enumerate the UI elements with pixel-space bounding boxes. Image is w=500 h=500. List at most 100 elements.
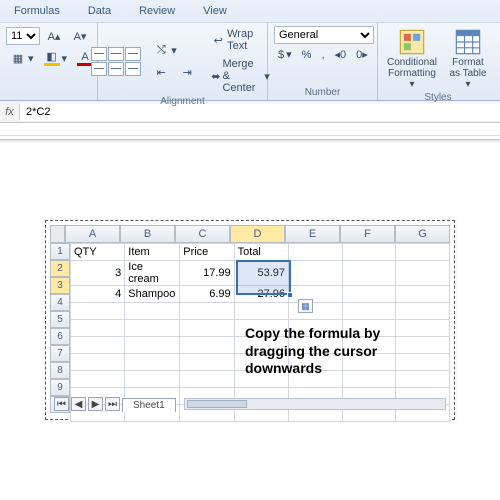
select-all-corner[interactable]	[50, 225, 65, 243]
percent-button[interactable]: %	[298, 47, 316, 63]
formula-input[interactable]	[20, 103, 500, 121]
cell-g3[interactable]	[396, 286, 450, 303]
cell-f1[interactable]	[342, 244, 396, 261]
sheet-nav-first[interactable]: ⏮	[54, 397, 69, 411]
align-mid-left[interactable]	[91, 62, 107, 76]
sheet-nav-last[interactable]: ⏭	[105, 397, 120, 411]
tab-review[interactable]: Review	[125, 3, 189, 22]
horizontal-scrollbar[interactable]	[184, 398, 446, 410]
annotation-text: Copy the formula by dragging the cursor …	[245, 325, 425, 378]
cell-b2[interactable]: Ice cream	[125, 261, 180, 286]
align-mid-right[interactable]	[125, 62, 141, 76]
table-icon	[454, 28, 482, 56]
increase-indent-button[interactable]: ⇥	[175, 62, 199, 82]
cell-b1[interactable]: Item	[125, 244, 180, 261]
increase-decimal-button[interactable]: ◂0	[331, 46, 351, 63]
row-header-1[interactable]: 1	[50, 243, 70, 260]
cell-g1[interactable]	[396, 244, 450, 261]
currency-button[interactable]: $ ▾	[274, 46, 296, 63]
scrollbar-thumb[interactable]	[187, 400, 247, 408]
cell-d2[interactable]: 53.97	[234, 261, 288, 286]
autofill-options-button[interactable]: ▦	[298, 299, 313, 313]
col-header-d[interactable]: D	[230, 225, 285, 243]
row-header-4[interactable]: 4	[50, 294, 70, 311]
wrap-text-label: Wrap Text	[227, 28, 270, 52]
cell-g2[interactable]	[396, 261, 450, 286]
percent-icon: %	[302, 49, 312, 61]
tab-view[interactable]: View	[189, 3, 241, 22]
merge-center-button[interactable]: ⬌Merge & Center ▾	[207, 56, 274, 96]
format-table-label: Format as Table ▾	[447, 57, 489, 90]
decrease-decimal-button[interactable]: 0▸	[352, 46, 372, 63]
col-header-f[interactable]: F	[340, 225, 395, 243]
align-top-left[interactable]	[91, 47, 107, 61]
cell-d1[interactable]: Total	[234, 244, 288, 261]
grow-font-button[interactable]: A▴	[42, 26, 66, 46]
border-icon: ▦	[10, 50, 26, 66]
cell-f2[interactable]	[342, 261, 396, 286]
col-header-b[interactable]: B	[120, 225, 175, 243]
group-label-styles: Styles	[424, 92, 451, 104]
col-header-g[interactable]: G	[395, 225, 450, 243]
decrease-indent-button[interactable]: ⇤	[149, 62, 173, 82]
cell-d3[interactable]: 27.96	[234, 286, 288, 303]
tab-data[interactable]: Data	[74, 3, 125, 22]
number-format-select[interactable]: General	[274, 26, 374, 44]
row-header-8[interactable]: 8	[50, 362, 70, 379]
cell-c1[interactable]: Price	[180, 244, 234, 261]
group-label-number: Number	[305, 87, 341, 99]
sheet-nav-next[interactable]: ▶	[88, 397, 103, 411]
table-row	[71, 303, 450, 320]
tab-formulas[interactable]: Formulas	[0, 3, 74, 22]
format-as-table-button[interactable]: Format as Table ▾	[443, 26, 493, 92]
row-header-9[interactable]: 9	[50, 379, 70, 396]
group-font: 11 A▴ A▾ ▦▾ ◧▾ A▾	[0, 23, 98, 100]
shrink-font-button[interactable]: A▾	[68, 26, 92, 46]
wrap-text-button[interactable]: ↩Wrap Text	[207, 26, 274, 54]
group-label-alignment: Alignment	[160, 96, 204, 108]
document-area: A B C D E F G 1 2 3 4 5 6 7 8 9	[0, 142, 500, 500]
conditional-formatting-button[interactable]: Conditional Formatting ▾	[383, 26, 441, 92]
column-headers: A B C D E F G	[50, 225, 450, 243]
table-row: 4 Shampoo 6.99 27.96	[71, 286, 450, 303]
sheet-nav-prev[interactable]: ◀	[71, 397, 86, 411]
fill-handle[interactable]	[287, 292, 293, 298]
align-top-right[interactable]	[125, 47, 141, 61]
cond-format-label: Conditional Formatting ▾	[387, 57, 437, 90]
col-header-a[interactable]: A	[65, 225, 120, 243]
cell-c2[interactable]: 17.99	[180, 261, 234, 286]
font-size-select[interactable]: 11	[6, 27, 40, 45]
cell-a4[interactable]	[71, 303, 125, 320]
cell-a2[interactable]: 3	[71, 261, 125, 286]
align-mid-center[interactable]	[108, 62, 124, 76]
embedded-spreadsheet[interactable]: A B C D E F G 1 2 3 4 5 6 7 8 9	[45, 220, 455, 420]
row-header-6[interactable]: 6	[50, 328, 70, 345]
sheet-tab-1[interactable]: Sheet1	[122, 398, 176, 412]
cell-c3[interactable]: 6.99	[180, 286, 234, 303]
col-header-c[interactable]: C	[175, 225, 230, 243]
table-row: 3 Ice cream 17.99 53.97	[71, 261, 450, 286]
comma-button[interactable]: ,	[317, 47, 328, 63]
cell-a1[interactable]: QTY	[71, 244, 125, 261]
indent-icon: ⇥	[179, 64, 195, 80]
cell-e2[interactable]	[289, 261, 343, 286]
align-top-center[interactable]	[108, 47, 124, 61]
row-header-5[interactable]: 5	[50, 311, 70, 328]
cell-a3[interactable]: 4	[71, 286, 125, 303]
outdent-icon: ⇤	[153, 64, 169, 80]
merge-icon: ⬌	[211, 68, 220, 84]
sheet-tab-bar: ⏮ ◀ ▶ ⏭ Sheet1	[54, 395, 446, 413]
dec-decimal-icon: 0▸	[356, 48, 368, 61]
row-header-2[interactable]: 2	[50, 260, 70, 277]
fx-icon[interactable]: fx	[0, 104, 20, 120]
cell-e3[interactable]	[289, 286, 343, 303]
cell-b3[interactable]: Shampoo	[125, 286, 180, 303]
cell-f3[interactable]	[342, 286, 396, 303]
row-header-3[interactable]: 3	[50, 277, 70, 294]
col-header-e[interactable]: E	[285, 225, 340, 243]
fill-color-button[interactable]: ◧▾	[40, 48, 72, 68]
row-header-7[interactable]: 7	[50, 345, 70, 362]
border-button[interactable]: ▦▾	[6, 48, 38, 68]
cell-e1[interactable]	[289, 244, 343, 261]
orientation-button[interactable]: ⤭▾	[149, 40, 199, 60]
